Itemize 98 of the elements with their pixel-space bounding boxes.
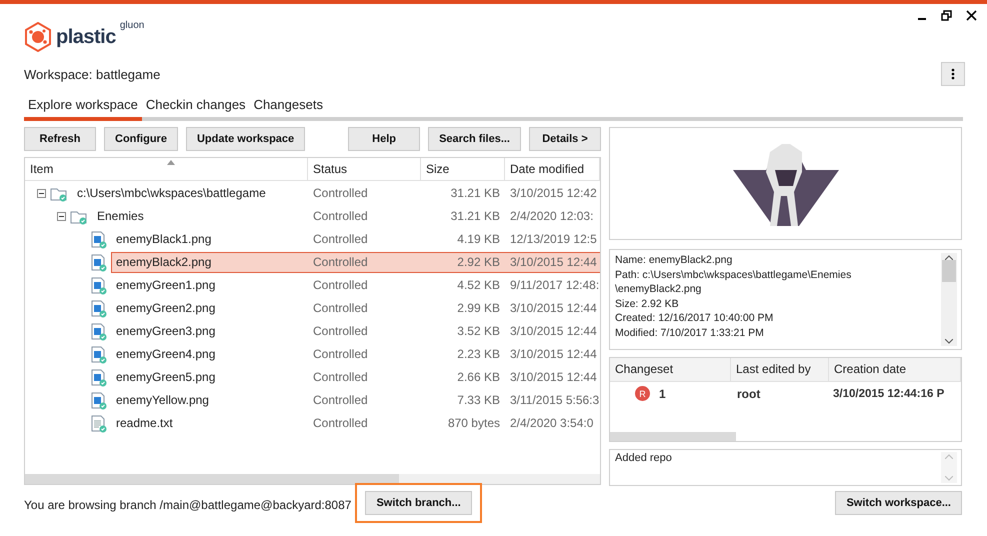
tab[interactable]: Changesets xyxy=(250,94,327,121)
toolbar-button[interactable]: Details > xyxy=(529,127,601,151)
image-file-icon xyxy=(91,300,107,318)
scroll-thumb[interactable] xyxy=(25,474,399,484)
logo-suffix: gluon xyxy=(120,20,144,31)
scroll-up-icon[interactable] xyxy=(945,255,953,260)
size-cell-text: 31.21 KB xyxy=(450,185,501,202)
file-name[interactable]: enemyGreen4.png xyxy=(111,344,308,365)
tab[interactable]: Checkin changes xyxy=(142,94,250,121)
file-name[interactable]: enemyGreen2.png xyxy=(111,298,308,319)
more-icon xyxy=(951,68,955,80)
date-cell-text: 2/4/2020 3:54:0 xyxy=(509,415,594,432)
collapse-icon[interactable] xyxy=(57,212,66,221)
switch-workspace-button[interactable]: Switch workspace... xyxy=(835,491,962,515)
close-icon[interactable] xyxy=(966,10,977,21)
size-cell-text: 3.52 KB xyxy=(456,323,501,340)
size-cell-text: 2.99 KB xyxy=(456,300,501,317)
logo-text: plastic xyxy=(56,26,116,48)
file-name[interactable]: Enemies xyxy=(92,206,308,227)
scroll-thumb[interactable] xyxy=(942,260,956,282)
status-cell: Controlled xyxy=(308,252,421,273)
date-cell-text: 3/10/2015 12:44 xyxy=(509,346,598,363)
toolbar-button[interactable]: Update workspace xyxy=(186,127,306,151)
status-cell-text: Controlled xyxy=(312,346,369,363)
size-cell: 2.92 KB xyxy=(421,252,505,273)
date-cell-text: 2/4/2020 12:03: xyxy=(509,208,594,225)
restore-icon[interactable] xyxy=(941,10,952,21)
date-cell-text: 3/10/2015 12:44 xyxy=(509,323,598,340)
file-info-text: Name: enemyBlack2.png Path: c:\Users\mbc\wkspaces\battlegame\Enemies \enemyBlack2.png Size: 2.92 KB Created: 12/16/2017 10:40:00 PM Modified: 7/10/2017 1:33:21 PM xyxy=(615,253,852,340)
changeset-number: 1 xyxy=(659,386,666,400)
date-cell-text: 3/10/2015 12:44 xyxy=(509,300,598,317)
scroll-down-icon[interactable] xyxy=(945,339,953,344)
logo-icon xyxy=(24,22,52,52)
file-name[interactable]: enemyYellow.png xyxy=(111,390,308,411)
toolbar-button[interactable]: Refresh xyxy=(24,127,96,151)
date-cell-text: 3/11/2015 5:56:3 xyxy=(509,392,600,409)
column-header[interactable]: Date modified xyxy=(505,158,600,180)
size-cell-text: 2.23 KB xyxy=(456,346,501,363)
status-cell-text: Controlled xyxy=(312,300,369,317)
tab[interactable]: Explore workspace xyxy=(24,94,142,121)
image-file-icon xyxy=(91,276,107,294)
column-header[interactable]: Status xyxy=(308,158,421,180)
file-name[interactable]: enemyGreen5.png xyxy=(111,367,308,388)
file-name[interactable]: enemyBlack1.png xyxy=(111,229,308,250)
size-cell-text: 870 bytes xyxy=(446,415,501,432)
size-cell-text: 31.21 KB xyxy=(450,208,501,225)
column-header[interactable]: Size xyxy=(421,158,505,180)
collapse-icon[interactable] xyxy=(37,189,46,198)
column-header[interactable]: Last edited by xyxy=(731,358,829,381)
size-cell-text: 4.52 KB xyxy=(456,277,501,294)
date-cell-text: 3/10/2015 12:42 xyxy=(509,185,598,202)
size-cell-text: 4.19 KB xyxy=(456,231,501,248)
sort-icon xyxy=(167,160,175,165)
image-file-icon xyxy=(91,392,107,410)
status-cell-text: Controlled xyxy=(312,415,369,432)
folder-icon xyxy=(50,186,68,202)
date-cell-text: 9/11/2017 12:48: xyxy=(509,277,600,294)
status-cell-text: Controlled xyxy=(312,323,369,340)
author-cell-text: root xyxy=(736,386,762,400)
date-cell: 3/10/2015 12:44 xyxy=(505,252,600,273)
repository-badge: R xyxy=(635,386,650,401)
status-cell-text: Controlled xyxy=(312,231,369,248)
status-cell-text: Controlled xyxy=(312,185,369,202)
horizontal-scrollbar[interactable] xyxy=(25,474,600,484)
size-cell-text: 7.33 KB xyxy=(456,392,501,409)
date-cell-text: 3/10/2015 12:44:16 P xyxy=(832,388,946,400)
image-file-icon xyxy=(91,322,107,340)
switch-branch-button[interactable]: Switch branch... xyxy=(365,491,472,515)
file-name[interactable]: enemyBlack2.png xyxy=(111,252,308,273)
image-file-icon xyxy=(91,230,107,248)
toolbar-button[interactable]: Search files... xyxy=(428,127,521,151)
status-cell-text: Controlled xyxy=(312,277,369,294)
toolbar-button[interactable]: Configure xyxy=(104,127,178,151)
image-file-icon xyxy=(91,368,107,386)
text-file-icon xyxy=(91,414,107,432)
file-name[interactable]: enemyGreen1.png xyxy=(111,275,308,296)
image-file-icon xyxy=(91,254,107,272)
status-cell-text: Controlled xyxy=(312,369,369,386)
status-cell-text: Controlled xyxy=(312,392,369,409)
date-cell-text: 3/10/2015 12:44 xyxy=(509,369,598,386)
branch-text: You are browsing branch /main@battlegame@backyard:8087 xyxy=(24,498,352,512)
vertical-scrollbar[interactable] xyxy=(941,253,957,346)
column-header[interactable]: Creation date xyxy=(829,358,961,381)
workspace-label: Workspace: battlegame xyxy=(24,66,160,82)
column-header[interactable]: Changeset xyxy=(610,358,731,381)
file-name[interactable]: readme.txt xyxy=(111,413,308,434)
status-cell-text: Controlled xyxy=(312,208,369,225)
folder-icon xyxy=(70,208,88,224)
file-name[interactable]: c:\Users\mbc\wkspaces\battlegame xyxy=(72,183,308,204)
image-file-icon xyxy=(91,346,107,364)
size-cell-text: 2.66 KB xyxy=(456,369,501,386)
comment-text: Added repo xyxy=(615,452,673,466)
column-header[interactable]: Item xyxy=(25,158,308,180)
scroll-thumb[interactable] xyxy=(610,432,736,441)
toolbar-button[interactable]: Help xyxy=(348,127,420,151)
file-name[interactable]: enemyGreen3.png xyxy=(111,321,308,342)
date-cell-text: 12/13/2019 12:5 xyxy=(509,231,598,248)
more-options-button[interactable] xyxy=(941,62,965,86)
